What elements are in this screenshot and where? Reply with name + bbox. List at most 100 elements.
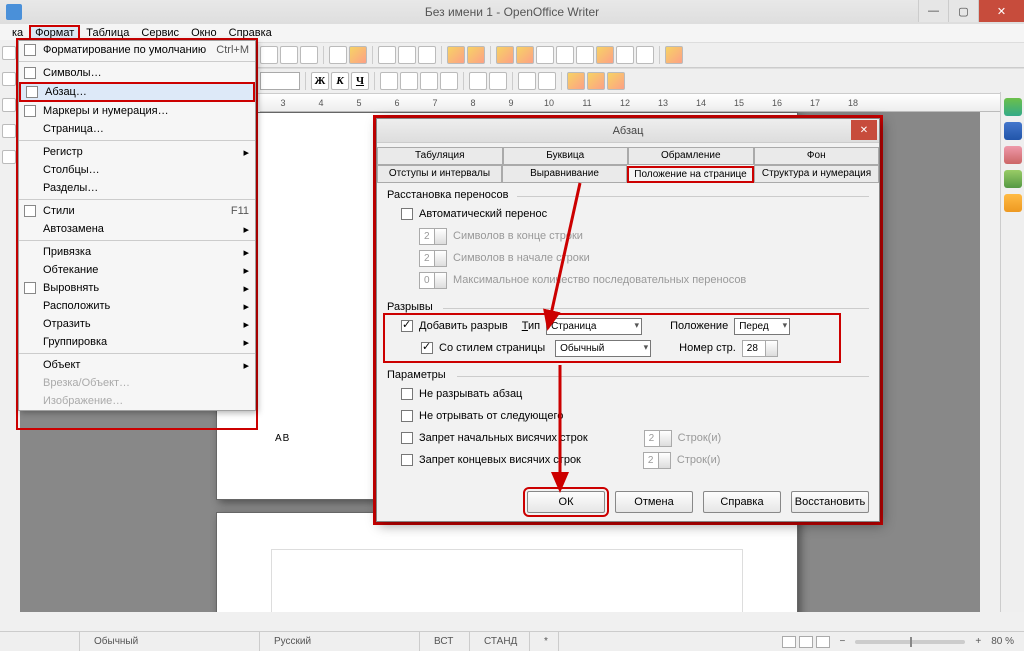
cut-icon[interactable] bbox=[378, 46, 396, 64]
dialog-close-button[interactable]: ✕ bbox=[851, 120, 877, 140]
align-center-icon[interactable] bbox=[400, 72, 418, 90]
nonprint-icon[interactable] bbox=[616, 46, 634, 64]
sidebar-properties-icon[interactable] bbox=[1004, 98, 1022, 116]
bullist-icon[interactable] bbox=[489, 72, 507, 90]
sidebar-functions-icon[interactable] bbox=[1004, 194, 1022, 212]
sb-lang[interactable]: Русский bbox=[260, 632, 420, 651]
sb-style[interactable]: Обычный bbox=[80, 632, 260, 651]
mi-sections[interactable]: Разделы… bbox=[19, 179, 255, 197]
tab-dropcap[interactable]: Буквица bbox=[503, 147, 629, 164]
paste-icon[interactable] bbox=[418, 46, 436, 64]
tab-tabulation[interactable]: Табуляция bbox=[377, 147, 503, 164]
new-icon[interactable] bbox=[260, 46, 278, 64]
tab-indents[interactable]: Отступы и интервалы bbox=[377, 165, 502, 182]
combo-break-pos[interactable]: Перед bbox=[734, 318, 790, 335]
copy-icon[interactable] bbox=[398, 46, 416, 64]
chk-keep-together[interactable] bbox=[401, 388, 413, 400]
bold-button[interactable]: Ж bbox=[311, 72, 329, 90]
tab-background[interactable]: Фон bbox=[754, 147, 880, 164]
redo-icon[interactable] bbox=[467, 46, 485, 64]
chk-add-break[interactable] bbox=[401, 320, 413, 332]
tab-outline[interactable]: Структура и нумерация bbox=[754, 165, 879, 182]
reset-button[interactable]: Восстановить bbox=[791, 491, 869, 513]
mi-paragraph[interactable]: Абзац… bbox=[19, 82, 255, 102]
sidebar-navigator-icon[interactable] bbox=[1004, 170, 1022, 188]
undo-icon[interactable] bbox=[447, 46, 465, 64]
help-icon[interactable] bbox=[665, 46, 683, 64]
chk-orphan[interactable] bbox=[401, 432, 413, 444]
mi-align[interactable]: Выровнять▸ bbox=[19, 279, 255, 297]
save-icon[interactable] bbox=[300, 46, 318, 64]
menu-tools[interactable]: Сервис bbox=[135, 26, 185, 40]
ok-button[interactable]: ОК bbox=[527, 491, 605, 513]
view-multi-icon[interactable] bbox=[799, 636, 813, 648]
open-icon[interactable] bbox=[280, 46, 298, 64]
mi-bullets[interactable]: Маркеры и нумерация… bbox=[19, 102, 255, 120]
spell-icon[interactable] bbox=[556, 46, 574, 64]
mi-anchor[interactable]: Привязка▸ bbox=[19, 243, 255, 261]
page-2[interactable] bbox=[216, 512, 798, 612]
view-book-icon[interactable] bbox=[816, 636, 830, 648]
combo-page-style[interactable]: Обычный bbox=[555, 340, 651, 357]
mi-wrap[interactable]: Обтекание▸ bbox=[19, 261, 255, 279]
fontcolor-icon[interactable] bbox=[567, 72, 585, 90]
horizontal-ruler[interactable]: 3456789101112131415161718 bbox=[260, 94, 1024, 112]
gallery-icon[interactable] bbox=[596, 46, 614, 64]
sb-selection[interactable]: СТАНД bbox=[470, 632, 530, 651]
mi-default-formatting[interactable]: Форматирование по умолчаниюCtrl+M bbox=[19, 41, 255, 59]
chart-icon[interactable] bbox=[516, 46, 534, 64]
clear-format-icon[interactable] bbox=[2, 46, 16, 60]
sb-view-icons[interactable] bbox=[772, 636, 840, 648]
zoom-out-icon[interactable]: − bbox=[840, 636, 846, 647]
print-icon[interactable] bbox=[329, 46, 347, 64]
mi-styles[interactable]: СтилиF11 bbox=[19, 202, 255, 220]
menu-table[interactable]: Таблица bbox=[80, 26, 135, 40]
navigator-icon[interactable] bbox=[576, 46, 594, 64]
mi-object[interactable]: Объект▸ bbox=[19, 356, 255, 374]
cancel-button[interactable]: Отмена bbox=[615, 491, 693, 513]
menu-window[interactable]: Окно bbox=[185, 26, 223, 40]
numlist-icon[interactable] bbox=[469, 72, 487, 90]
chk-widow[interactable] bbox=[401, 454, 413, 466]
pdf-icon[interactable] bbox=[349, 46, 367, 64]
sb-insert[interactable]: ВСТ bbox=[420, 632, 470, 651]
tab-page-position[interactable]: Положение на странице bbox=[627, 166, 754, 183]
mi-characters[interactable]: Символы… bbox=[19, 64, 255, 82]
mi-flip[interactable]: Отразить▸ bbox=[19, 315, 255, 333]
align-right-icon[interactable] bbox=[420, 72, 438, 90]
menu-format[interactable]: Формат bbox=[29, 25, 80, 41]
char-icon[interactable] bbox=[2, 72, 16, 86]
indent-icon[interactable] bbox=[538, 72, 556, 90]
zoom-slider[interactable] bbox=[855, 640, 965, 644]
italic-button[interactable]: К bbox=[331, 72, 349, 90]
menu-help[interactable]: Справка bbox=[223, 26, 278, 40]
close-button[interactable]: ✕ bbox=[978, 0, 1024, 22]
paragraph-icon[interactable] bbox=[2, 98, 16, 112]
spin-chars-end[interactable]: 2 bbox=[419, 228, 447, 245]
mi-case[interactable]: Регистр▸ bbox=[19, 143, 255, 161]
mi-arrange[interactable]: Расположить▸ bbox=[19, 297, 255, 315]
spin-chars-start[interactable]: 2 bbox=[419, 250, 447, 267]
sidebar-gallery-icon[interactable] bbox=[1004, 146, 1022, 164]
mi-group[interactable]: Группировка▸ bbox=[19, 333, 255, 351]
mi-columns[interactable]: Столбцы… bbox=[19, 161, 255, 179]
bgcolor-icon[interactable] bbox=[607, 72, 625, 90]
zoom-in-icon[interactable]: + bbox=[975, 636, 981, 647]
fontsize-select[interactable] bbox=[260, 72, 300, 90]
spin-widow[interactable]: 2 bbox=[643, 452, 671, 469]
view-single-icon[interactable] bbox=[782, 636, 796, 648]
anchor-icon[interactable] bbox=[2, 150, 16, 164]
menu-edit-cut[interactable]: ка bbox=[6, 26, 29, 40]
zoom-icon[interactable] bbox=[636, 46, 654, 64]
tab-alignment[interactable]: Выравнивание bbox=[502, 165, 627, 182]
table-icon[interactable] bbox=[496, 46, 514, 64]
combo-break-type[interactable]: Страница bbox=[546, 318, 642, 335]
highlight-icon[interactable] bbox=[587, 72, 605, 90]
maximize-button[interactable]: ▢ bbox=[948, 0, 978, 22]
chk-auto-hyphen[interactable] bbox=[401, 208, 413, 220]
help-button[interactable]: Справка bbox=[703, 491, 781, 513]
styles-icon[interactable] bbox=[2, 124, 16, 138]
chk-page-style[interactable] bbox=[421, 342, 433, 354]
hyperlink-icon[interactable] bbox=[536, 46, 554, 64]
spin-orphan[interactable]: 2 bbox=[644, 430, 672, 447]
